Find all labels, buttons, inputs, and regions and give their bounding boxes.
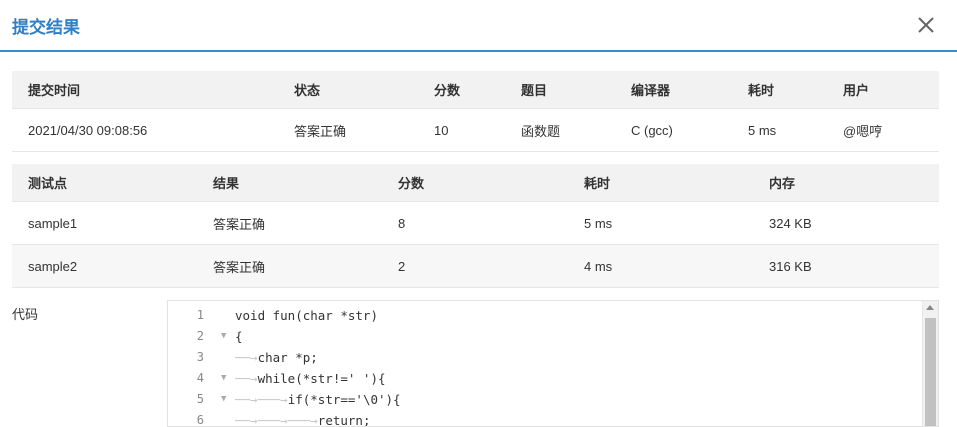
code-text: void fun(char *str) — [235, 308, 378, 323]
line-number: 3 — [196, 350, 204, 364]
testcase-name: sample1 — [12, 201, 197, 245]
scroll-thumb[interactable] — [925, 318, 936, 426]
col-compiler: 编译器 — [615, 71, 732, 109]
testcase-name: sample2 — [12, 244, 197, 288]
close-icon — [918, 17, 934, 33]
fold-arrow-icon[interactable]: ▼ — [221, 326, 226, 347]
col-elapsed: 耗时 — [568, 164, 753, 202]
user-link[interactable]: @嗯哼 — [827, 108, 939, 152]
line-number: 4 — [196, 371, 204, 385]
indent-marker: ──→ — [235, 350, 258, 365]
code-text: char *p; — [257, 350, 318, 365]
code-line: 2 ▼ { — [168, 326, 920, 347]
indent-marker: ──→───→───→ — [235, 413, 318, 427]
testcase-result: 答案正确 — [197, 244, 382, 288]
col-elapsed: 耗时 — [732, 71, 827, 109]
line-number: 5 — [196, 392, 204, 406]
col-result: 结果 — [197, 164, 382, 202]
code-text: while(*str!=' '){ — [257, 371, 386, 386]
line-number: 6 — [196, 413, 204, 427]
col-status: 状态 — [278, 71, 418, 109]
col-submit-time: 提交时间 — [12, 71, 278, 109]
testcase-memory: 324 KB — [753, 201, 939, 245]
testcase-elapsed: 4 ms — [568, 244, 753, 288]
submission-table: 提交时间 状态 分数 题目 编译器 耗时 用户 2021/04/30 09:08… — [12, 71, 939, 152]
line-number: 2 — [196, 329, 204, 343]
compiler-value: C (gcc) — [615, 108, 732, 152]
col-memory: 内存 — [753, 164, 939, 202]
col-score: 分数 — [418, 71, 505, 109]
table-row: 2021/04/30 09:08:56 答案正确 10 函数题 C (gcc) … — [12, 108, 939, 152]
code-text: return; — [317, 413, 371, 427]
code-line: 5 ▼ ──→───→if(*str=='\0'){ — [168, 389, 920, 410]
scroll-up-icon[interactable] — [926, 305, 934, 310]
code-text: { — [235, 329, 243, 344]
testcase-table: 测试点 结果 分数 耗时 内存 sample1 答案正确 8 5 ms 324 … — [12, 164, 939, 288]
testcase-elapsed: 5 ms — [568, 201, 753, 245]
code-line: 3 ──→char *p; — [168, 347, 920, 368]
fold-arrow-icon[interactable]: ▼ — [221, 389, 226, 410]
testcase-score: 8 — [382, 201, 568, 245]
col-testcase: 测试点 — [12, 164, 197, 202]
submission-header-row: 提交时间 状态 分数 题目 编译器 耗时 用户 — [12, 71, 939, 109]
status-badge: 答案正确 — [278, 108, 418, 152]
dialog-title: 提交结果 — [12, 18, 80, 37]
score-value: 10 — [418, 108, 505, 152]
code-label: 代码 — [12, 307, 39, 322]
testcase-score: 2 — [382, 244, 568, 288]
submit-time: 2021/04/30 09:08:56 — [12, 108, 278, 152]
testcase-result: 答案正确 — [197, 201, 382, 245]
table-row: sample1 答案正确 8 5 ms 324 KB — [12, 201, 939, 245]
code-line: 6 ──→───→───→return; — [168, 410, 920, 427]
testcase-header-row: 测试点 结果 分数 耗时 内存 — [12, 164, 939, 202]
indent-marker: ──→ — [235, 371, 258, 386]
vertical-scrollbar[interactable] — [922, 301, 938, 426]
code-line: 4 ▼ ──→while(*str!=' '){ — [168, 368, 920, 389]
fold-arrow-icon[interactable]: ▼ — [221, 368, 226, 389]
problem-type: 函数题 — [505, 108, 615, 152]
elapsed-value: 5 ms — [732, 108, 827, 152]
code-line: 1 void fun(char *str) — [168, 305, 920, 326]
col-user: 用户 — [827, 71, 939, 109]
indent-marker: ──→───→ — [235, 392, 288, 407]
table-row: sample2 答案正确 2 4 ms 316 KB — [12, 244, 939, 288]
col-problem: 题目 — [505, 71, 615, 109]
close-button[interactable] — [915, 14, 937, 36]
testcase-memory: 316 KB — [753, 244, 939, 288]
dialog-header: 提交结果 — [0, 0, 957, 52]
col-score: 分数 — [382, 164, 568, 202]
code-editor[interactable]: 1 void fun(char *str) 2 ▼ { 3 ──→char *p… — [167, 300, 939, 427]
line-number: 1 — [196, 308, 204, 322]
code-text: if(*str=='\0'){ — [287, 392, 401, 407]
